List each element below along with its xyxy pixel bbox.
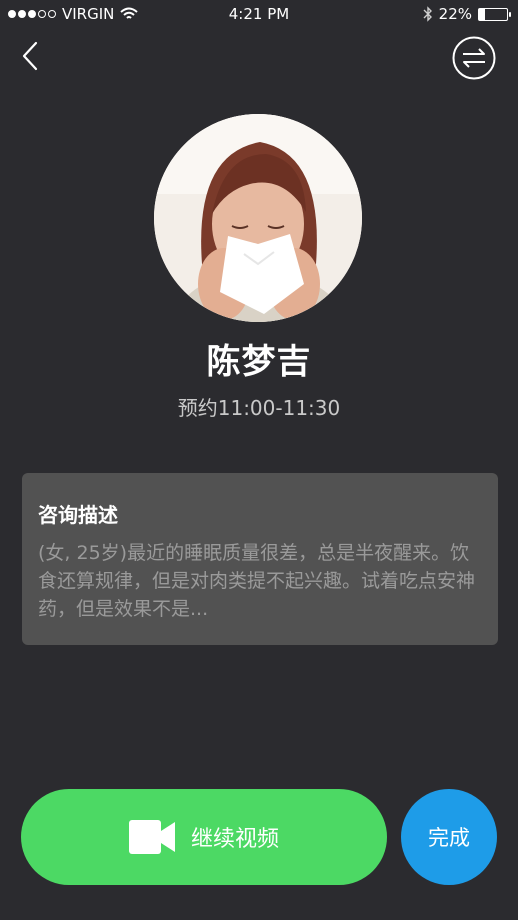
battery-level [479,8,486,20]
switch-button[interactable] [452,36,496,80]
battery-percent: 22% [438,5,472,23]
swap-arrows-icon [452,36,496,80]
description-text: (女, 25岁)最近的睡眠质量很差，总是半夜醒来。饮食还算规律，但是对肉类提不起… [38,542,476,620]
status-bar: VIRGIN 4:21 PM 22% [0,0,518,30]
avatar [154,114,362,322]
consultation-description-card[interactable]: 咨询描述 (女, 25岁)最近的睡眠质量很差，总是半夜醒来。饮食还算规律，但是对… [22,473,498,645]
done-button[interactable]: 完成 [401,789,497,885]
done-label: 完成 [428,826,470,850]
video-camera-icon [128,820,175,854]
bluetooth-icon [423,6,432,22]
back-button[interactable] [16,40,48,72]
continue-video-button[interactable]: 继续视频 [21,789,387,885]
appointment-time: 预约11:00-11:30 [177,396,341,420]
description-title: 咨询描述 [38,503,118,527]
battery-icon [478,7,511,21]
avatar-photo [154,114,362,322]
chevron-left-icon [22,41,38,71]
patient-name: 陈梦吉 [206,342,312,382]
continue-video-label: 继续视频 [190,827,279,852]
status-right: 22% [423,5,511,23]
